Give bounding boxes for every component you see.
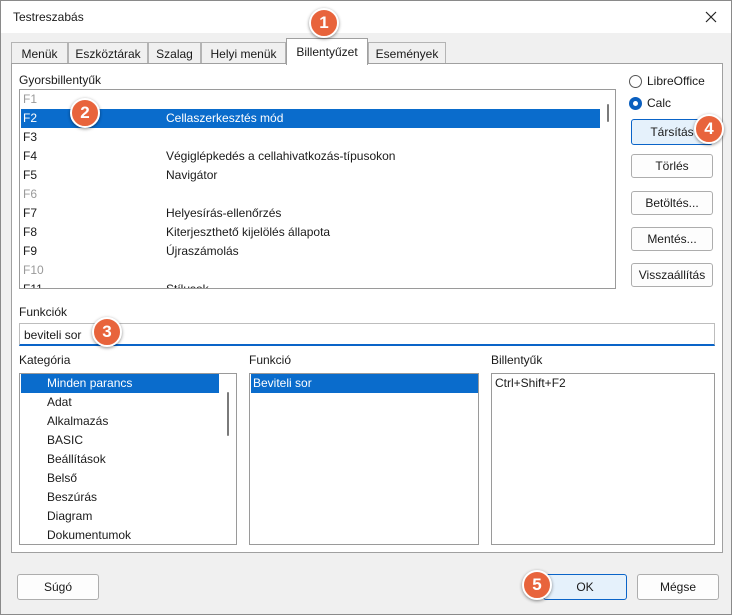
category-item[interactable]: Alkalmazás bbox=[21, 412, 219, 431]
shortcut-keys-list[interactable]: F1 F2 Cellaszerkesztés mód F3 F4 Végiglé… bbox=[19, 89, 616, 289]
shortcut-row-f3[interactable]: F3 bbox=[21, 128, 600, 147]
shortcut-key: F7 bbox=[23, 206, 38, 220]
shortcut-key: F8 bbox=[23, 225, 38, 239]
category-item[interactable]: Diagram bbox=[21, 507, 219, 526]
function-item[interactable]: Beviteli sor bbox=[251, 374, 478, 393]
delete-button[interactable]: Törlés bbox=[631, 154, 713, 178]
shortcut-function: Kiterjeszthető kijelölés állapota bbox=[166, 225, 331, 239]
category-item[interactable]: Minden parancs bbox=[21, 374, 219, 393]
shortcut-function: Végiglépkedés a cellahivatkozás-típusoko… bbox=[166, 149, 396, 163]
shortcut-function: Újraszámolás bbox=[166, 244, 239, 258]
function-label: Funkció bbox=[249, 353, 292, 367]
category-item[interactable]: Adat bbox=[21, 393, 219, 412]
keys-list[interactable]: Ctrl+Shift+F2 bbox=[491, 373, 715, 545]
tab-menus[interactable]: Menük bbox=[11, 42, 68, 64]
tab-context-menus[interactable]: Helyi menük bbox=[201, 42, 286, 64]
keys-label: Billentyűk bbox=[491, 353, 543, 367]
key-item[interactable]: Ctrl+Shift+F2 bbox=[493, 374, 714, 393]
shortcut-key: F4 bbox=[23, 149, 38, 163]
category-label: Kategória bbox=[19, 353, 71, 367]
scope-libreoffice-label: LibreOffice bbox=[647, 74, 705, 88]
function-item-label: Beviteli sor bbox=[253, 376, 312, 390]
load-button[interactable]: Betöltés... bbox=[631, 191, 713, 215]
cancel-button[interactable]: Mégse bbox=[637, 574, 719, 600]
shortcut-row-f5[interactable]: F5 Navigátor bbox=[21, 166, 600, 185]
shortcut-row-f4[interactable]: F4 Végiglépkedés a cellahivatkozás-típus… bbox=[21, 147, 600, 166]
save-button[interactable]: Mentés... bbox=[631, 227, 713, 251]
category-item[interactable]: Dokumentumok bbox=[21, 526, 219, 544]
shortcut-row-f2[interactable]: F2 Cellaszerkesztés mód bbox=[21, 109, 600, 128]
category-item-label: Beállítások bbox=[47, 452, 106, 466]
shortcut-row-f6[interactable]: F6 bbox=[21, 185, 600, 204]
category-item-label: Diagram bbox=[47, 509, 93, 523]
tab-toolbars[interactable]: Eszköztárak bbox=[68, 42, 148, 64]
shortcut-row-f9[interactable]: F9 Újraszámolás bbox=[21, 242, 600, 261]
functions-search-input[interactable] bbox=[19, 323, 715, 346]
shortcut-key: F6 bbox=[23, 187, 38, 201]
shortcut-row-f10[interactable]: F10 bbox=[21, 261, 600, 280]
shortcut-function: Cellaszerkesztés mód bbox=[166, 111, 284, 125]
shortcut-row-f8[interactable]: F8 Kiterjeszthető kijelölés állapota bbox=[21, 223, 600, 242]
tab-notebookbar[interactable]: Szalag bbox=[148, 42, 201, 64]
category-item-label: Dokumentumok bbox=[47, 528, 132, 542]
category-item-label: BASIC bbox=[47, 433, 84, 447]
shortcut-key: F5 bbox=[23, 168, 38, 182]
title-bar: Testreszabás bbox=[1, 1, 731, 33]
shortcut-key: F1 bbox=[23, 92, 38, 106]
shortcut-key: F9 bbox=[23, 244, 38, 258]
category-item-label: Minden parancs bbox=[47, 376, 133, 390]
category-item[interactable]: Beszúrás bbox=[21, 488, 219, 507]
category-item-label: Beszúrás bbox=[47, 490, 98, 504]
tab-events[interactable]: Események bbox=[368, 42, 446, 64]
scope-libreoffice-radio[interactable]: LibreOffice bbox=[629, 74, 705, 88]
callout-5-badge: 5 bbox=[522, 570, 552, 600]
callout-2-badge: 2 bbox=[70, 98, 100, 128]
category-item[interactable]: Belső bbox=[21, 469, 219, 488]
close-button[interactable] bbox=[697, 3, 725, 31]
callout-3-badge: 3 bbox=[92, 317, 122, 347]
shortcut-key: F3 bbox=[23, 130, 38, 144]
functions-label: Funkciók bbox=[19, 305, 68, 319]
callout-1-badge: 1 bbox=[309, 8, 339, 38]
shortcut-function: Helyesírás-ellenőrzés bbox=[166, 206, 282, 220]
category-item-label: Adat bbox=[47, 395, 72, 409]
category-item[interactable]: Beállítások bbox=[21, 450, 219, 469]
key-item-label: Ctrl+Shift+F2 bbox=[495, 376, 566, 390]
ok-button[interactable]: OK bbox=[543, 574, 627, 600]
category-item-label: Alkalmazás bbox=[47, 414, 109, 428]
tab-keyboard[interactable]: Billentyűzet bbox=[286, 38, 368, 65]
reset-button[interactable]: Visszaállítás bbox=[631, 263, 713, 287]
shortcut-row-f11[interactable]: F11 Stílusok bbox=[21, 280, 600, 289]
shortcut-keys-label: Gyorsbillentyűk bbox=[19, 73, 102, 87]
function-list[interactable]: Beviteli sor bbox=[249, 373, 479, 545]
scope-calc-label: Calc bbox=[647, 96, 672, 110]
close-icon bbox=[705, 11, 717, 23]
customize-dialog: Testreszabás Menük Eszköztárak Szalag He… bbox=[0, 0, 732, 615]
shortcut-row-f1[interactable]: F1 bbox=[21, 90, 600, 109]
shortcut-key: F10 bbox=[23, 263, 44, 277]
radio-selected-icon bbox=[629, 96, 642, 110]
shortcut-function: Stílusok bbox=[166, 282, 209, 289]
scope-calc-radio[interactable]: Calc bbox=[629, 96, 671, 110]
category-item[interactable]: BASIC bbox=[21, 431, 219, 450]
shortcut-key: F2 bbox=[23, 111, 38, 125]
callout-4-badge: 4 bbox=[694, 114, 724, 144]
category-list-scrollbar[interactable] bbox=[227, 392, 229, 436]
shortcut-key: F11 bbox=[23, 282, 43, 289]
shortcut-row-f7[interactable]: F7 Helyesírás-ellenőrzés bbox=[21, 204, 600, 223]
radio-icon bbox=[629, 74, 642, 88]
category-item-label: Belső bbox=[47, 471, 78, 485]
help-button[interactable]: Súgó bbox=[17, 574, 99, 600]
dialog-title: Testreszabás bbox=[13, 10, 84, 24]
shortcut-list-scrollbar[interactable] bbox=[607, 104, 609, 122]
category-list[interactable]: Minden parancs Adat Alkalmazás BASIC Beá… bbox=[19, 373, 237, 545]
shortcut-function: Navigátor bbox=[166, 168, 218, 182]
